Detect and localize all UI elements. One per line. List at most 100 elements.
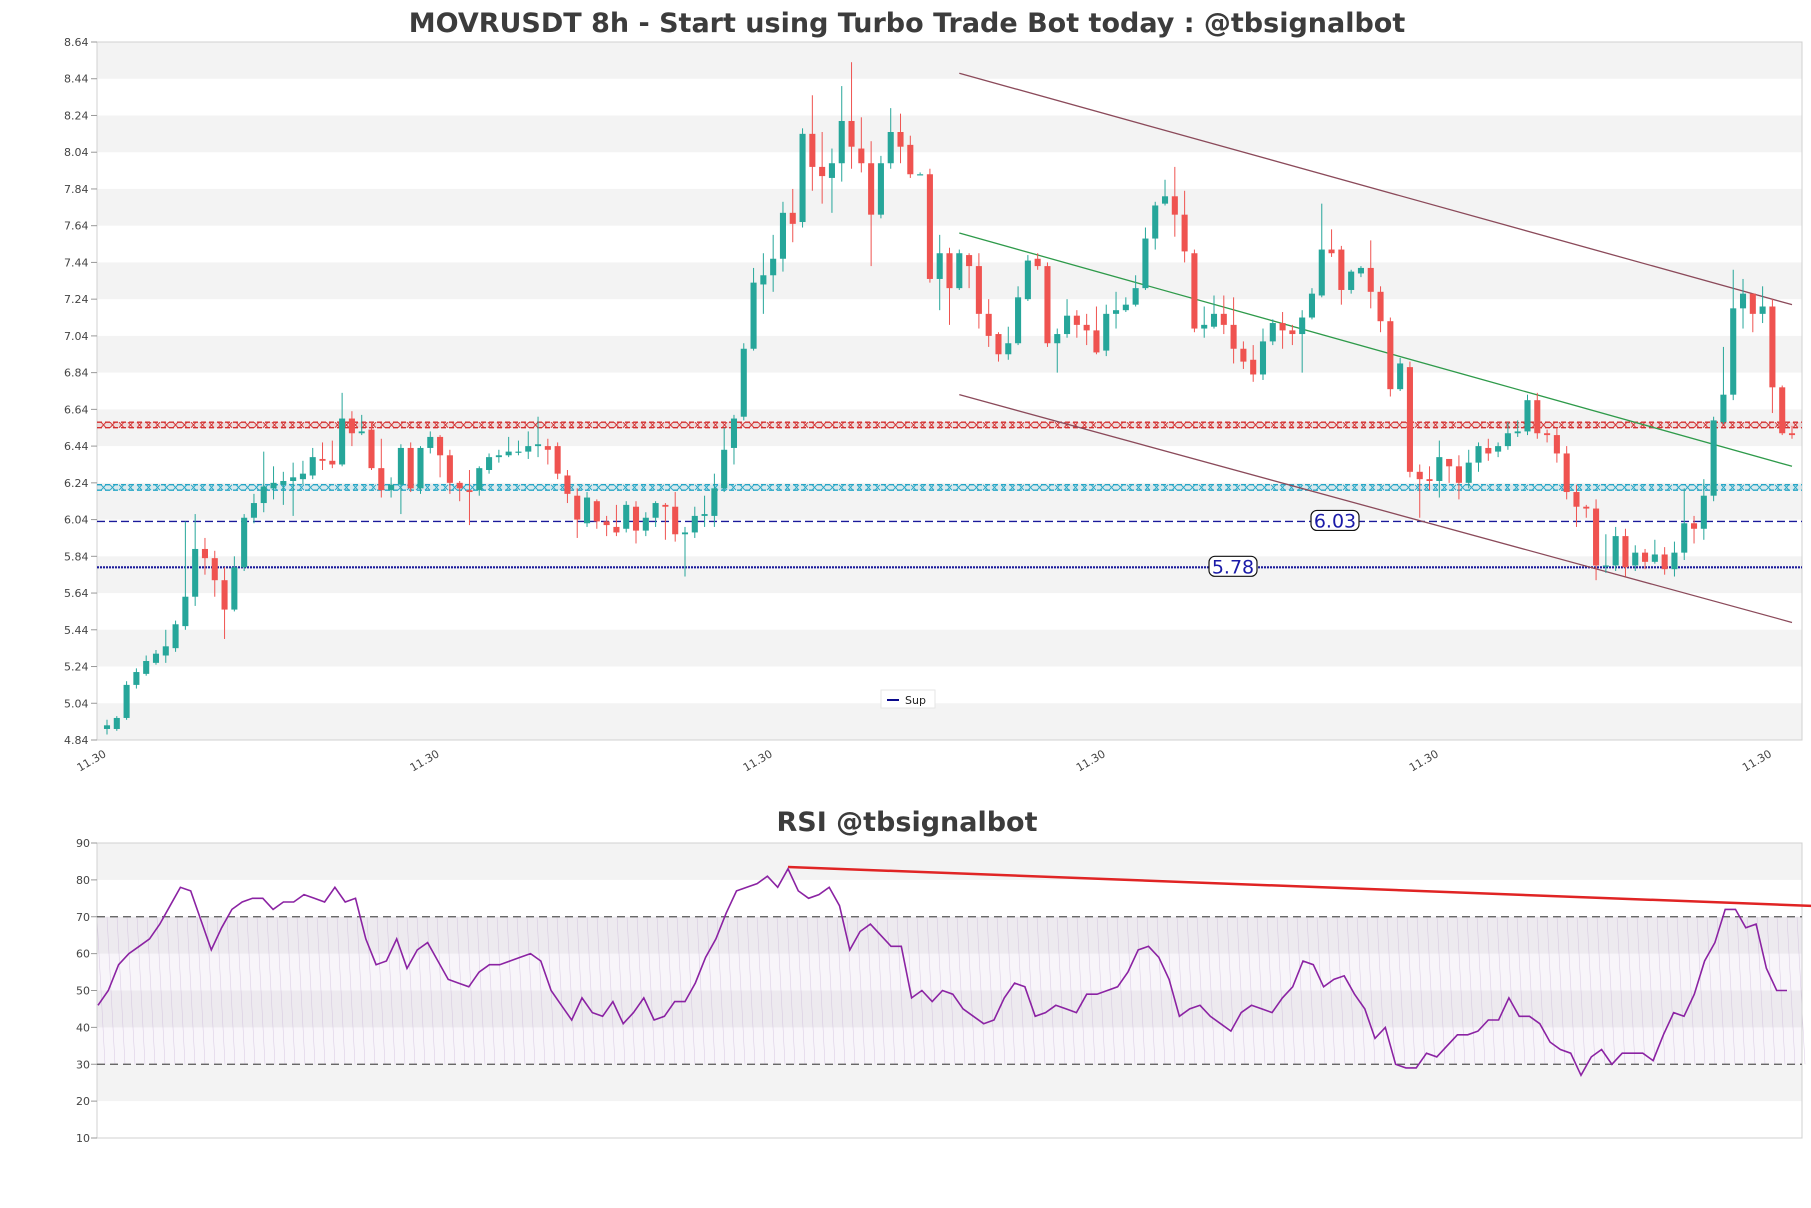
candle-body <box>1064 315 1071 335</box>
candle-body <box>1475 446 1482 463</box>
price-y-tick-label: 8.04 <box>64 146 89 159</box>
candle-body <box>378 468 385 491</box>
candle-body <box>1495 446 1502 452</box>
candle-body <box>554 446 561 474</box>
rsi-y-tick-label: 10 <box>76 1132 90 1145</box>
candle-body <box>211 558 218 581</box>
candle-body <box>1759 306 1766 314</box>
price-y-tick-label: 7.24 <box>64 293 89 306</box>
candle-body <box>1524 400 1531 432</box>
candle-body <box>1279 323 1286 331</box>
price-y-tick-label: 7.44 <box>64 256 89 269</box>
candle-body <box>1406 367 1413 472</box>
candle-body <box>1779 387 1786 434</box>
candle-body <box>907 144 914 175</box>
level-label: 6.03 <box>1314 510 1356 532</box>
candle-body <box>143 661 150 674</box>
price-y-ticks: 4.84 5.04 5.24 5.44 5.64 5.84 6.04 6.24 6.44 6.64… <box>64 36 97 747</box>
candle-body <box>1661 554 1668 570</box>
price-x-tick-label: 11.30 <box>1407 747 1441 774</box>
price-y-tick-label: 6.84 <box>64 367 89 380</box>
candle-body <box>917 174 924 176</box>
candle-body <box>1446 458 1453 467</box>
candle-body <box>1730 308 1737 395</box>
candle-body <box>711 488 718 516</box>
candle-body <box>1240 348 1247 362</box>
candle-body <box>662 504 669 507</box>
candle-body <box>1201 324 1208 329</box>
candle-body <box>770 258 777 276</box>
candle-body <box>1769 306 1776 388</box>
candle-body <box>535 444 542 447</box>
price-x-tick-label: 11.30 <box>1074 747 1108 774</box>
candle-body <box>152 653 160 663</box>
candle-body <box>466 490 473 493</box>
candle-body <box>280 481 287 485</box>
candle-body <box>113 717 120 729</box>
candle-body <box>779 212 786 259</box>
candle-body <box>231 567 238 610</box>
price-annotations: 6.03 5.78 Sup <box>880 509 1360 709</box>
price-grid-band <box>97 42 1802 79</box>
candle-body <box>1485 447 1492 454</box>
candle-body <box>103 725 111 729</box>
candle-body <box>1651 554 1658 562</box>
candle-body <box>1583 506 1590 509</box>
candle-body <box>1122 304 1129 311</box>
rsi-y-tick-label: 60 <box>76 948 90 961</box>
candle-body <box>789 212 796 224</box>
candle-body <box>966 255 973 267</box>
candle-body <box>1690 523 1698 529</box>
candle-body <box>946 253 953 289</box>
candle-body <box>1357 267 1364 274</box>
candle-body <box>446 455 453 483</box>
candle-body <box>476 468 483 491</box>
candle-body <box>1553 435 1560 454</box>
price-grid-band <box>97 629 1802 667</box>
candle-body <box>985 313 992 336</box>
candle-body <box>1367 267 1374 292</box>
candle-body <box>1710 420 1717 496</box>
candle-body <box>623 504 630 529</box>
candle-body <box>250 503 257 518</box>
candle-body <box>1269 323 1276 342</box>
candle-body <box>1142 238 1149 289</box>
candle-body <box>339 418 346 465</box>
rsi-grid-bands <box>96 843 1806 1102</box>
candle-body <box>1426 479 1433 482</box>
candle-body <box>1504 433 1511 447</box>
rsi-neutral-zone <box>97 916 1802 1065</box>
price-y-tick-label: 5.44 <box>64 624 89 637</box>
candle-body <box>1083 324 1090 331</box>
candle-body <box>417 447 424 489</box>
price-y-tick-label: 5.04 <box>64 697 89 710</box>
candle-body <box>1113 310 1120 314</box>
candle-body <box>309 457 316 476</box>
candle-body <box>427 436 434 448</box>
candle-body <box>750 282 757 349</box>
rsi-chart-title: RSI @tbsignalbot <box>776 807 1037 838</box>
candle-body <box>1015 297 1022 344</box>
price-y-tick-label: 8.24 <box>64 109 89 122</box>
candle-body <box>848 120 855 147</box>
candle-body <box>613 526 620 533</box>
candle-body <box>1602 565 1609 567</box>
candle-body <box>1054 334 1061 344</box>
candle-body <box>260 486 267 504</box>
candle-body <box>583 497 591 524</box>
price-y-tick-label: 5.64 <box>64 587 89 600</box>
price-y-tick-label: 6.44 <box>64 440 89 453</box>
rsi-y-tick-label: 70 <box>76 911 90 924</box>
price-grid-band <box>97 703 1802 740</box>
candle-body <box>1210 313 1218 327</box>
candle-body <box>172 624 179 649</box>
candle-body <box>1612 536 1619 566</box>
candle-body <box>936 253 943 279</box>
price-x-tick-label: 11.30 <box>75 747 109 774</box>
rsi-y-tick-label: 90 <box>76 837 90 850</box>
price-y-tick-label: 7.04 <box>64 330 89 343</box>
price-grid-band <box>97 335 1802 373</box>
candle-body <box>486 457 493 470</box>
candle-body <box>388 484 395 491</box>
candle-body <box>1720 394 1727 423</box>
